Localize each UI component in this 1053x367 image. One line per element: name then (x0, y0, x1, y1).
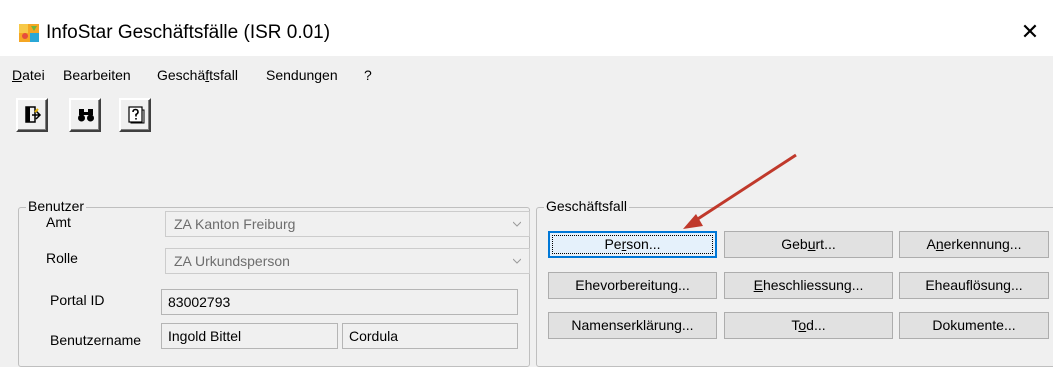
exit-button[interactable] (16, 98, 48, 132)
button-label: Anerkennung... (926, 236, 1022, 252)
menu-help[interactable]: ? (364, 66, 372, 84)
menu-datei[interactable]: Datei (12, 66, 45, 84)
portal-id-label: Portal ID (50, 292, 105, 308)
chevron-down-icon (513, 258, 521, 264)
button-label: Geburt... (781, 236, 836, 252)
help-icon (128, 106, 145, 124)
button-label: Eheauflösung... (925, 277, 1023, 293)
close-icon: ✕ (1020, 19, 1040, 44)
tod-button[interactable]: Tod... (724, 312, 893, 339)
button-label: Namenserklärung... (571, 317, 694, 333)
amt-select[interactable]: ZA Kanton Freiburg (165, 211, 530, 237)
button-label: Person... (604, 236, 661, 252)
eheschliessung-button[interactable]: Eheschliessung... (724, 272, 893, 299)
benutzername-label: Benutzername (50, 332, 142, 348)
namenserklaerung-button[interactable]: Namenserklärung... (548, 312, 717, 339)
eheaufloesung-button[interactable]: Eheauflösung... (899, 272, 1049, 299)
window-title: InfoStar Geschäftsfälle (ISR 0.01) (46, 22, 331, 43)
button-label: Tod... (791, 317, 826, 333)
geschaeftsfall-legend: Geschäftsfall (544, 198, 629, 214)
button-label: Dokumente... (932, 317, 1016, 333)
title-bar: InfoStar Geschäftsfälle (ISR 0.01) ✕ (0, 0, 1053, 56)
rolle-select[interactable]: ZA Urkundsperson (165, 248, 530, 274)
rolle-value: ZA Urkundsperson (174, 253, 290, 269)
button-label: Eheschliessung... (753, 277, 864, 293)
person-button[interactable]: Person... (548, 231, 717, 258)
close-button[interactable]: ✕ (1007, 10, 1053, 54)
help-button[interactable] (119, 98, 151, 132)
geburt-button[interactable]: Geburt... (724, 231, 893, 258)
dokumente-button[interactable]: Dokumente... (899, 312, 1049, 339)
benutzer-legend: Benutzer (26, 198, 87, 214)
benutzername-last-field[interactable]: Ingold Bittel (161, 323, 338, 349)
toolbar (0, 90, 1053, 150)
menu-geschaeftsfall[interactable]: Geschäftsfall (157, 66, 238, 84)
portal-id-field[interactable]: 83002793 (161, 289, 518, 315)
menu-bearbeiten[interactable]: Bearbeiten (63, 66, 131, 84)
benutzername-first-field[interactable]: Cordula (342, 323, 518, 349)
rolle-label: Rolle (46, 250, 78, 266)
menu-bar: Datei Bearbeiten Geschäftsfall Sendungen… (0, 56, 1053, 88)
chevron-down-icon (513, 221, 521, 227)
infostar-app-icon (19, 24, 39, 42)
search-button[interactable] (69, 98, 101, 132)
binoculars-search-icon (78, 109, 94, 122)
amt-label: Amt (46, 214, 71, 230)
button-label: Ehevorbereitung... (575, 277, 690, 293)
anerkennung-button[interactable]: Anerkennung... (899, 231, 1049, 258)
ehevorbereitung-button[interactable]: Ehevorbereitung... (548, 272, 717, 299)
exit-door-icon (25, 106, 42, 123)
menu-sendungen[interactable]: Sendungen (266, 66, 338, 84)
amt-value: ZA Kanton Freiburg (174, 216, 296, 232)
